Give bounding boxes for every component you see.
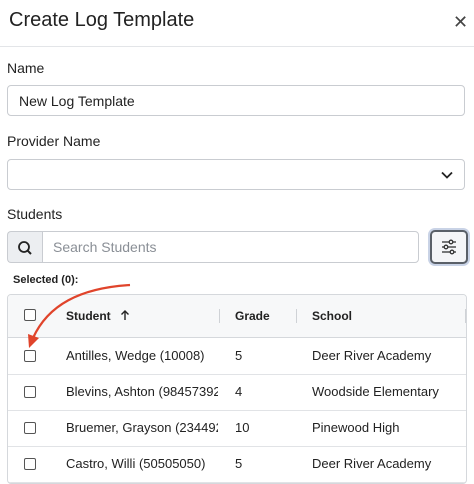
select-all-checkbox[interactable] (24, 309, 36, 321)
student-school: Deer River Academy (312, 348, 432, 363)
students-table: Student Grade School Antilles, Wedge (10… (7, 294, 467, 484)
provider-select[interactable] (7, 159, 465, 190)
name-field[interactable]: New Log Template (7, 85, 465, 116)
column-grade[interactable]: Grade (235, 309, 270, 323)
column-school[interactable]: School (312, 309, 352, 323)
provider-label: Provider Name (7, 133, 101, 149)
student-school: Pinewood High (312, 420, 400, 435)
students-label: Students (7, 206, 63, 222)
student-grade: 10 (235, 420, 250, 435)
column-student-label: Student (66, 309, 111, 323)
table-header: Student Grade School (8, 295, 466, 338)
student-name: Blevins, Ashton (98457392 (66, 384, 218, 399)
arrow-up-icon (121, 310, 130, 320)
student-name: Antilles, Wedge (10008) (66, 348, 205, 363)
column-student[interactable]: Student (66, 309, 131, 323)
search-button[interactable] (7, 231, 42, 263)
selected-count: Selected (0): (13, 274, 79, 286)
search-icon (18, 241, 32, 255)
row-checkbox[interactable] (24, 350, 36, 362)
table-row[interactable]: Castro, Willi (50505050) 5 Deer River Ac… (8, 446, 466, 483)
name-value: New Log Template (19, 93, 135, 109)
table-row[interactable]: Bruemer, Grayson (2344929 10 Pinewood Hi… (8, 410, 466, 447)
table-row[interactable]: Antilles, Wedge (10008) 5 Deer River Aca… (8, 338, 466, 375)
table-row[interactable]: Blevins, Ashton (98457392 4 Woodside Ele… (8, 374, 466, 411)
column-divider[interactable] (219, 309, 220, 323)
row-checkbox[interactable] (24, 386, 36, 398)
student-name: Castro, Willi (50505050) (66, 456, 206, 471)
dialog-title: Create Log Template (9, 9, 195, 31)
student-name: Bruemer, Grayson (2344929 (66, 420, 218, 435)
student-grade: 5 (235, 348, 243, 363)
student-school: Deer River Academy (312, 456, 432, 471)
column-divider[interactable] (296, 309, 297, 323)
filter-button[interactable] (430, 230, 468, 264)
chevron-down-icon (441, 171, 453, 179)
student-grade: 4 (235, 384, 243, 399)
column-divider[interactable] (465, 309, 466, 323)
student-school: Woodside Elementary (312, 384, 439, 399)
row-checkbox[interactable] (24, 458, 36, 470)
row-checkbox[interactable] (24, 422, 36, 434)
sliders-icon (442, 239, 456, 255)
close-icon[interactable]: ✕ (453, 13, 468, 31)
name-label: Name (7, 60, 45, 76)
search-input[interactable] (42, 231, 419, 263)
student-grade: 5 (235, 456, 243, 471)
dialog-header: Create Log Template ✕ (0, 0, 474, 47)
